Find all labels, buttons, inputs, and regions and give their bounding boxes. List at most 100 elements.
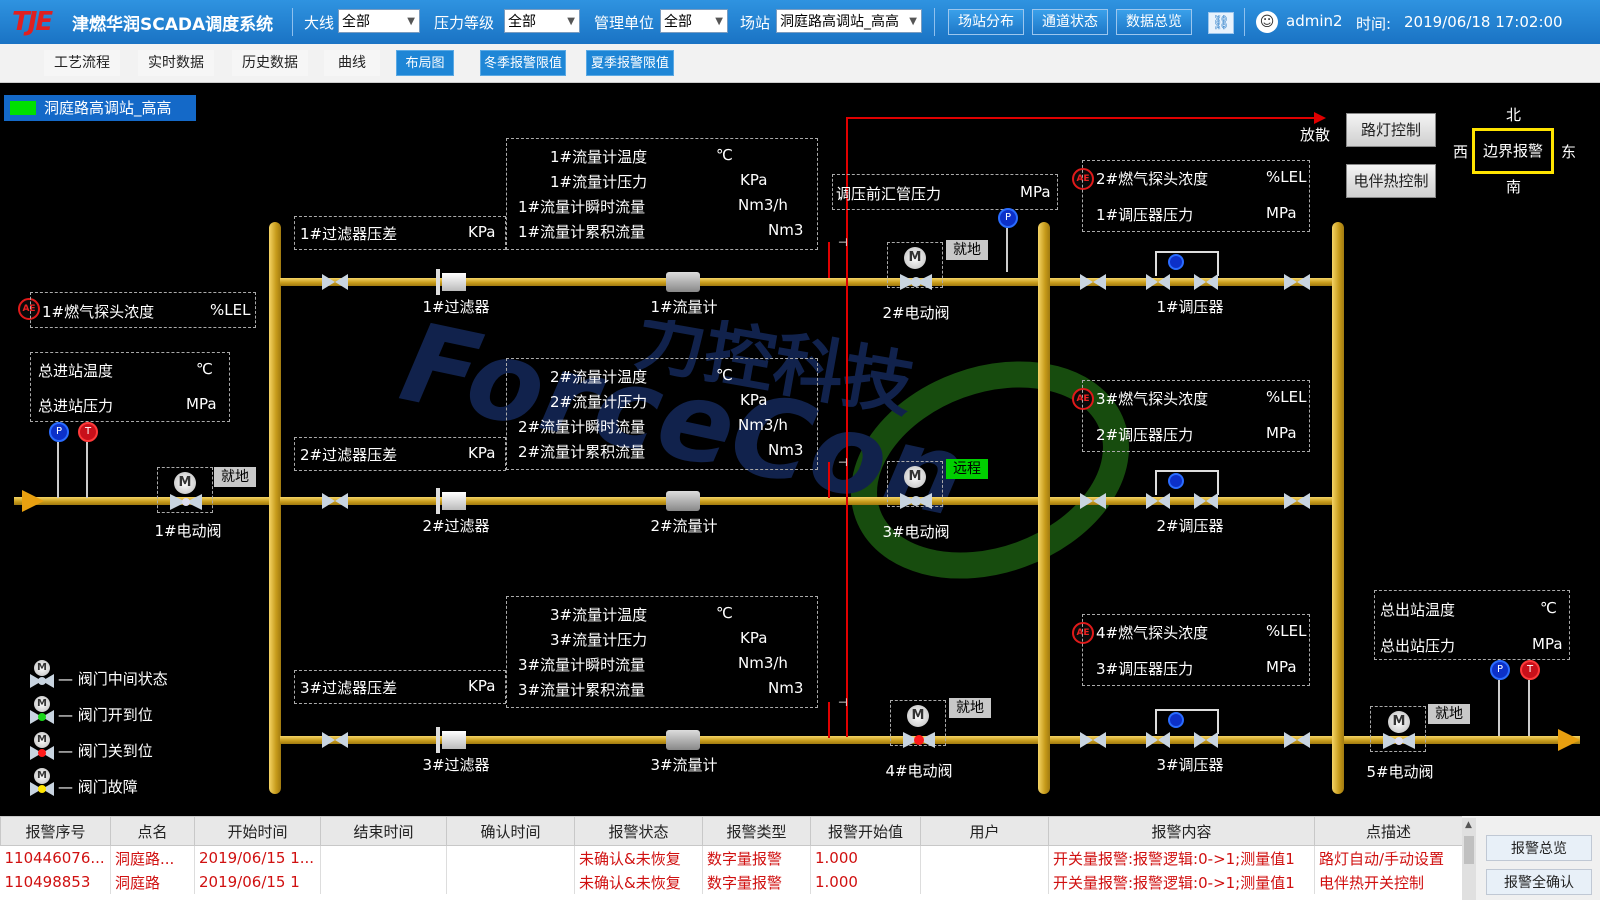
arrow-right-icon bbox=[1314, 112, 1326, 124]
ball-valve-icon[interactable] bbox=[322, 493, 348, 509]
alarm-table: 报警序号 点名 开始时间 结束时间 确认时间 报警状态 报警类型 报警开始值 用户 报警内容 点描述… bbox=[0, 816, 1463, 894]
legend-item-label: — 阀门中间状态 bbox=[58, 670, 168, 688]
pressure-transmitter-icon: P bbox=[49, 422, 69, 442]
column-header[interactable]: 报警序号 bbox=[0, 816, 111, 846]
inlet-pipe bbox=[14, 497, 276, 505]
motor-valve-5[interactable] bbox=[1383, 733, 1415, 749]
data-overview-button[interactable]: 数据总览 bbox=[1116, 9, 1192, 35]
legend-item-label: — 阀门故障 bbox=[58, 778, 138, 796]
column-header[interactable]: 报警内容 bbox=[1048, 816, 1315, 846]
table-cell: 数字量报警 bbox=[702, 845, 811, 870]
motor-valve-3[interactable] bbox=[900, 493, 932, 509]
tab-realtime-data[interactable]: 实时数据 bbox=[138, 50, 214, 76]
ball-valve-icon[interactable] bbox=[1080, 493, 1106, 509]
column-header[interactable]: 点描述 bbox=[1314, 816, 1463, 846]
pressure-regulator-icon[interactable] bbox=[1146, 246, 1228, 290]
alarm-scrollbar[interactable]: ▲ bbox=[1462, 818, 1476, 900]
table-row[interactable]: 110446076... 洞庭路... 2019/06/15 1... 未确认&未恢复… bbox=[0, 845, 1463, 870]
flowmeter-icon[interactable] bbox=[666, 491, 700, 511]
unit: KPa bbox=[468, 444, 496, 462]
heat-trace-control-button[interactable]: 电伴热控制 bbox=[1346, 164, 1436, 198]
tab-curve[interactable]: 曲线 bbox=[324, 50, 380, 76]
legend-item-label: — 阀门开到位 bbox=[58, 706, 153, 724]
link-icon[interactable]: ⛓ bbox=[1208, 12, 1234, 34]
flowmeter-icon[interactable] bbox=[666, 730, 700, 750]
motor-valve-2[interactable] bbox=[900, 274, 932, 290]
table-cell: 110446076... bbox=[0, 845, 111, 870]
table-row[interactable]: 110498853 洞庭路 2019/06/15 1 未确认&未恢复 数字量报警 1.00… bbox=[0, 870, 1463, 894]
unit: %LEL bbox=[1266, 168, 1307, 186]
column-header[interactable]: 报警状态 bbox=[574, 816, 703, 846]
outlet-manifold bbox=[1332, 222, 1344, 794]
station-select[interactable]: 洞庭路高调站_高高 ▼ bbox=[776, 9, 922, 33]
username: admin2 bbox=[1286, 12, 1343, 30]
filter-icon[interactable] bbox=[442, 273, 466, 291]
management-unit-select[interactable]: 全部 ▼ bbox=[660, 9, 728, 33]
vent-label: 放散 bbox=[1300, 126, 1331, 144]
unit: ℃ bbox=[1540, 599, 1557, 617]
ball-valve-icon[interactable] bbox=[1284, 274, 1310, 290]
tab-process-flow[interactable]: 工艺流程 bbox=[44, 50, 120, 76]
compass-east: 东 bbox=[1561, 143, 1577, 161]
pressure-regulator-icon[interactable] bbox=[1146, 465, 1228, 509]
ball-valve-icon[interactable] bbox=[322, 274, 348, 290]
column-header[interactable]: 开始时间 bbox=[194, 816, 321, 846]
relief-valve-icon: ⊣ bbox=[838, 456, 848, 469]
user-avatar-icon[interactable]: ☺ bbox=[1256, 11, 1278, 33]
unit: Nm3 bbox=[768, 679, 804, 697]
table-cell bbox=[920, 870, 1049, 894]
ball-valve-icon[interactable] bbox=[1284, 732, 1310, 748]
flowmeter-icon[interactable] bbox=[666, 272, 700, 292]
table-cell bbox=[446, 845, 575, 870]
pressure-regulator-icon[interactable] bbox=[1146, 704, 1228, 748]
tab-summer-alarm-limits[interactable]: 夏季报警限值 bbox=[586, 50, 674, 76]
tab-history-data[interactable]: 历史数据 bbox=[232, 50, 308, 76]
pre-regulator-pressure-label: 调压前汇管压力 bbox=[836, 185, 942, 203]
pressure-level-select[interactable]: 全部 ▼ bbox=[504, 9, 580, 33]
filter-label-station: 场站 bbox=[740, 14, 771, 32]
valve-mode-tag: 远程 bbox=[946, 459, 988, 479]
chevron-down-icon: ▼ bbox=[407, 16, 415, 27]
filter-icon[interactable] bbox=[442, 492, 466, 510]
company-logo: TJE bbox=[12, 7, 53, 37]
alarm-overview-button[interactable]: 报警总览 bbox=[1486, 835, 1592, 861]
column-header[interactable]: 点名 bbox=[110, 816, 195, 846]
tab-layout[interactable]: 布局图 bbox=[396, 50, 454, 76]
chevron-down-icon: ▼ bbox=[567, 16, 575, 27]
relief-valve-icon: ⊣ bbox=[838, 236, 848, 249]
scroll-up-icon[interactable]: ▲ bbox=[1465, 820, 1472, 830]
column-header[interactable]: 确认时间 bbox=[446, 816, 575, 846]
column-header[interactable]: 用户 bbox=[920, 816, 1049, 846]
motor-valve-1[interactable] bbox=[170, 494, 202, 510]
channel-status-button[interactable]: 通道状态 bbox=[1032, 9, 1108, 35]
column-header[interactable]: 报警类型 bbox=[702, 816, 811, 846]
regulator-pressure-label: 3#调压器压力 bbox=[1096, 660, 1194, 678]
unit: %LEL bbox=[1266, 622, 1307, 640]
ball-valve-icon[interactable] bbox=[1284, 493, 1310, 509]
filter-icon[interactable] bbox=[442, 731, 466, 749]
column-header[interactable]: 报警开始值 bbox=[810, 816, 921, 846]
pressure-transmitter-icon: P bbox=[998, 208, 1018, 228]
ball-valve-icon[interactable] bbox=[322, 732, 348, 748]
motor-valve-4[interactable] bbox=[903, 732, 935, 748]
sensor-stem bbox=[86, 442, 88, 498]
acknowledge-all-alarms-button[interactable]: 报警全确认 bbox=[1486, 869, 1592, 895]
boundary-alarm-indicator[interactable]: 边界报警 bbox=[1472, 128, 1554, 174]
inlet-gas-probe-label: 1#燃气探头浓度 bbox=[42, 303, 155, 321]
column-header[interactable]: 结束时间 bbox=[320, 816, 447, 846]
flowmeter-label: 1#流量计 bbox=[650, 298, 718, 316]
street-light-control-button[interactable]: 路灯控制 bbox=[1346, 113, 1436, 147]
flowmeter-reading-label: 3#流量计累积流量 bbox=[518, 681, 646, 699]
gas-probe-label: 3#燃气探头浓度 bbox=[1096, 390, 1209, 408]
station-distribution-button[interactable]: 场站分布 bbox=[948, 9, 1024, 35]
line-select[interactable]: 全部 ▼ bbox=[338, 9, 420, 33]
table-cell: 路灯自动/手动设置 bbox=[1314, 845, 1463, 870]
tab-winter-alarm-limits[interactable]: 冬季报警限值 bbox=[480, 50, 566, 76]
ball-valve-icon[interactable] bbox=[1080, 732, 1106, 748]
scroll-thumb[interactable] bbox=[1464, 836, 1474, 864]
flowmeter-reading-label: 3#流量计瞬时流量 bbox=[518, 656, 646, 674]
ball-valve-icon[interactable] bbox=[1080, 274, 1106, 290]
unit: KPa bbox=[740, 171, 768, 189]
flowmeter-reading-label: 2#流量计温度 bbox=[550, 368, 648, 386]
time-label: 时间: bbox=[1356, 15, 1392, 33]
